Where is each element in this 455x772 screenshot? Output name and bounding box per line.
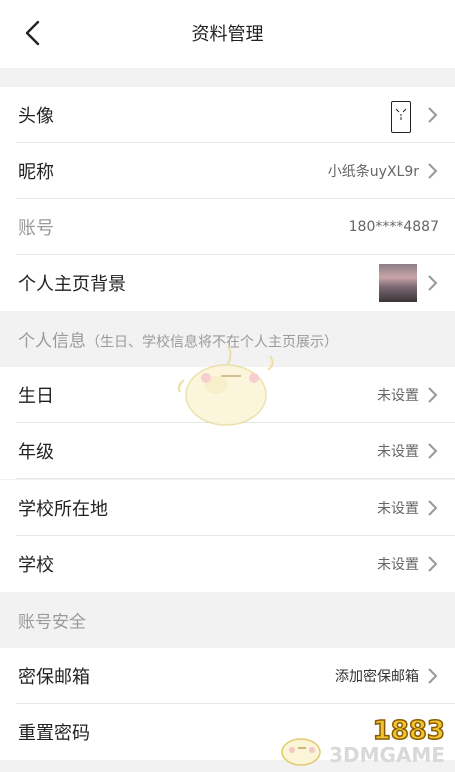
row-grade[interactable]: 年级 未设置 (0, 423, 455, 479)
account-label: 账号 (18, 218, 54, 239)
row-avatar[interactable]: 头像 (0, 87, 455, 143)
avatar-label: 头像 (18, 106, 54, 127)
security-email-label: 密保邮箱 (18, 667, 90, 688)
nickname-label: 昵称 (18, 162, 54, 183)
reset-password-label: 重置密码 (18, 723, 90, 744)
row-nickname[interactable]: 昵称 小纸条uyXL9r (0, 143, 455, 199)
section-account-security: 账号安全 (0, 592, 455, 648)
chevron-right-icon (428, 107, 438, 123)
chevron-right-icon (428, 387, 438, 403)
page-title: 资料管理 (191, 24, 264, 45)
top-bar: 资料管理 (0, 0, 455, 68)
birthday-label: 生日 (18, 386, 54, 407)
school-value: 未设置 (377, 557, 419, 573)
section-title: 账号安全 (18, 612, 86, 633)
school-label: 学校 (18, 555, 54, 576)
profile-background-label: 个人主页背景 (18, 274, 126, 295)
chevron-right-icon (428, 500, 438, 516)
avatar (391, 101, 411, 133)
chevron-right-icon (428, 443, 438, 459)
birthday-value: 未设置 (377, 388, 419, 404)
chevron-right-icon (428, 556, 438, 572)
row-account: 账号 180****4887 (0, 199, 455, 255)
section-title: 个人信息 (18, 331, 86, 352)
row-school-location[interactable]: 学校所在地 未设置 (0, 480, 455, 536)
row-profile-background[interactable]: 个人主页背景 (0, 255, 455, 311)
school-location-value: 未设置 (377, 501, 419, 517)
watermark-text: 3DMGAME (329, 743, 445, 767)
security-email-value: 添加密保邮箱 (335, 669, 419, 685)
school-location-label: 学校所在地 (18, 499, 108, 520)
grade-label: 年级 (18, 442, 54, 463)
account-value: 180****4887 (348, 219, 439, 235)
avatar-face-icon (395, 108, 407, 120)
grade-value: 未设置 (377, 444, 419, 460)
chevron-right-icon (428, 275, 438, 291)
row-school[interactable]: 学校 未设置 (0, 536, 455, 592)
chevron-right-icon (428, 668, 438, 684)
mascot-small-icon (281, 738, 321, 766)
watermark-number: 1883 (372, 716, 446, 746)
mascot-watermark-icon (177, 345, 274, 426)
background-thumbnail (379, 264, 417, 302)
divider (16, 478, 455, 479)
watermark-logo: 1883 3DMGAME (278, 716, 446, 767)
chevron-right-icon (428, 163, 438, 179)
row-security-email[interactable]: 密保邮箱 添加密保邮箱 (0, 648, 455, 704)
nickname-value: 小纸条uyXL9r (327, 164, 419, 180)
